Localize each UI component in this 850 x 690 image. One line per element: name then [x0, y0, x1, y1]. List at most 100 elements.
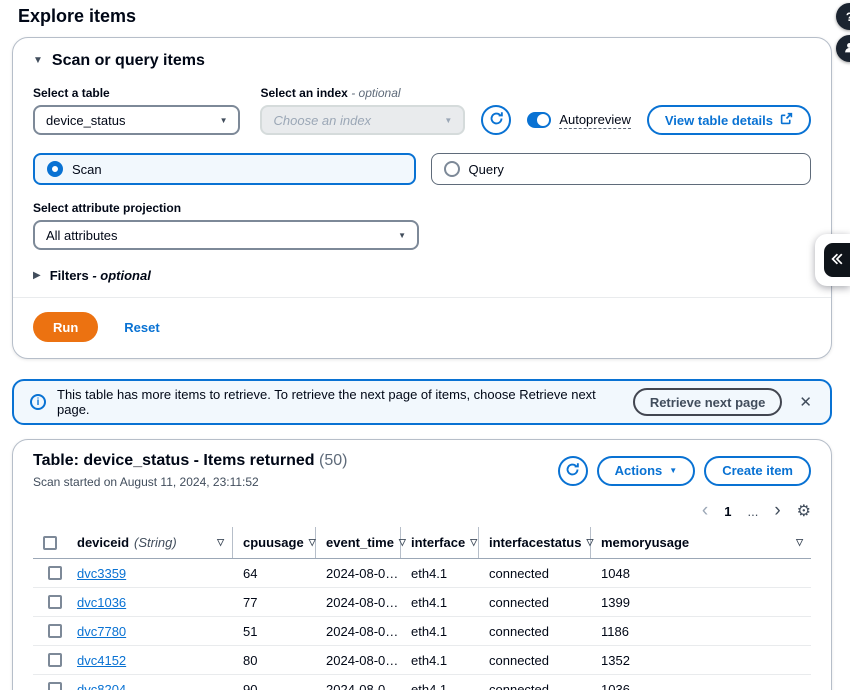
pagination-ellipsis: ... — [747, 504, 758, 519]
interface-cell: eth4.1 — [401, 566, 479, 581]
deviceid-cell: dvc3359 — [67, 566, 233, 581]
cpuusage-cell: 77 — [233, 595, 316, 610]
interface-cell: eth4.1 — [401, 595, 479, 610]
column-label: interfacestatus — [489, 535, 581, 550]
next-page-button[interactable]: › — [774, 504, 780, 518]
previous-page-button[interactable]: ‹ — [702, 504, 708, 518]
table-select-value: device_status — [46, 113, 126, 128]
reset-button[interactable]: Reset — [124, 320, 159, 335]
create-item-button[interactable]: Create item — [704, 456, 811, 486]
table-preferences-gear-icon[interactable]: ⚙ — [797, 501, 811, 521]
memoryusage-cell: 1048 — [591, 566, 811, 581]
filters-label-main: Filters — [50, 268, 93, 283]
deviceid-cell: dvc7780 — [67, 624, 233, 639]
view-table-details-button[interactable]: View table details — [647, 105, 811, 135]
deviceid-link[interactable]: dvc3359 — [77, 566, 126, 581]
scan-panel-footer: Run Reset — [33, 298, 811, 342]
index-select[interactable]: Choose an index ▼ — [260, 105, 465, 135]
pagination: ‹ 1 ... › ⚙ — [33, 501, 811, 521]
table-index-row: Select a table device_status ▼ Select an… — [33, 86, 811, 135]
row-checkbox[interactable] — [48, 653, 62, 667]
caret-down-icon: ▼ — [669, 466, 677, 475]
row-checkbox[interactable] — [48, 682, 62, 690]
actions-dropdown-button[interactable]: Actions ▼ — [597, 456, 696, 486]
split-panel-toggle[interactable] — [815, 234, 850, 286]
query-mode-tile[interactable]: Query — [431, 153, 812, 185]
autopreview-toggle[interactable] — [527, 112, 551, 128]
sort-icon[interactable]: ▽ — [470, 537, 477, 548]
memoryusage-cell: 1352 — [591, 653, 811, 668]
floating-assistant-button[interactable] — [836, 35, 850, 62]
interfacestatus-cell: connected — [479, 595, 591, 610]
sort-icon[interactable]: ▽ — [796, 537, 803, 548]
sort-icon[interactable]: ▽ — [309, 537, 316, 548]
table-body: dvc3359 64 2024-08-08 ... eth4.1 connect… — [33, 559, 811, 690]
row-checkbox[interactable] — [48, 624, 62, 638]
results-actions: Actions ▼ Create item — [558, 456, 811, 486]
column-header-interfacestatus[interactable]: interfacestatus ▽ — [479, 527, 591, 558]
results-refresh-button[interactable] — [558, 456, 588, 486]
event-time-cell: 2024-08-08 ... — [316, 682, 401, 690]
cpuusage-cell: 80 — [233, 653, 316, 668]
column-label: memoryusage — [601, 535, 689, 550]
floating-help-button[interactable]: ? — [836, 3, 850, 30]
row-checkbox-cell — [33, 566, 67, 580]
close-icon: ✕ — [799, 394, 812, 411]
results-title-text: Table: device_status - Items returned — [33, 452, 315, 469]
refresh-icon — [565, 462, 580, 480]
explore-items-page: Explore items ▼ Scan or query items Sele… — [0, 0, 850, 690]
column-header-memoryusage[interactable]: memoryusage ▽ — [591, 527, 811, 558]
view-table-details-label: View table details — [665, 113, 773, 128]
banner-close-button[interactable]: ✕ — [793, 391, 818, 413]
select-all-cell — [33, 527, 67, 558]
sort-icon[interactable]: ▽ — [217, 537, 224, 548]
attribute-projection-value: All attributes — [46, 228, 118, 243]
deviceid-link[interactable]: dvc1036 — [77, 595, 126, 610]
query-radio[interactable] — [444, 161, 460, 177]
index-label-main: Select an index — [260, 86, 351, 100]
table-select-field: Select a table device_status ▼ — [33, 86, 240, 135]
filters-expandable[interactable]: ▶ Filters - optional — [33, 268, 811, 283]
scan-radio[interactable] — [47, 161, 63, 177]
results-panel: Table: device_status - Items returned (5… — [12, 439, 832, 690]
autopreview-label: Autopreview — [559, 112, 631, 129]
scan-query-panel-header[interactable]: ▼ Scan or query items — [33, 52, 811, 70]
split-panel-toggle-tab[interactable] — [824, 243, 850, 277]
scan-mode-tile[interactable]: Scan — [33, 153, 416, 185]
row-checkbox[interactable] — [48, 566, 62, 580]
memoryusage-cell: 1036 — [591, 682, 811, 690]
interfacestatus-cell: connected — [479, 566, 591, 581]
autopreview-group: Autopreview — [527, 105, 631, 135]
run-button[interactable]: Run — [33, 312, 98, 342]
index-label-optional: - optional — [351, 86, 400, 100]
deviceid-link[interactable]: dvc8204 — [77, 682, 126, 690]
interfacestatus-cell: connected — [479, 653, 591, 668]
page-number[interactable]: 1 — [724, 504, 731, 519]
row-checkbox-cell — [33, 682, 67, 690]
column-header-cpuusage[interactable]: cpuusage ▽ — [233, 527, 316, 558]
scan-query-tiles: Scan Query — [33, 153, 811, 185]
column-header-deviceid[interactable]: deviceid (String) ▽ — [67, 527, 233, 558]
expand-triangle-icon: ▶ — [33, 271, 41, 281]
scan-started-text: Scan started on August 11, 2024, 23:11:5… — [33, 475, 347, 489]
attribute-projection-select[interactable]: All attributes ▼ — [33, 220, 419, 250]
select-all-checkbox[interactable] — [43, 536, 57, 550]
query-radio-label: Query — [469, 162, 504, 177]
scan-radio-label: Scan — [72, 162, 102, 177]
column-header-interface[interactable]: interface ▽ — [401, 527, 479, 558]
refresh-button[interactable] — [481, 105, 511, 135]
retrieve-next-page-button[interactable]: Retrieve next page — [633, 388, 783, 416]
event-time-cell: 2024-08-08 ... — [316, 624, 401, 639]
deviceid-cell: dvc1036 — [67, 595, 233, 610]
deviceid-link[interactable]: dvc7780 — [77, 624, 126, 639]
deviceid-cell: dvc8204 — [67, 682, 233, 690]
column-header-event-time[interactable]: event_time ▽ — [316, 527, 401, 558]
interface-cell: eth4.1 — [401, 653, 479, 668]
deviceid-cell: dvc4152 — [67, 653, 233, 668]
deviceid-link[interactable]: dvc4152 — [77, 653, 126, 668]
table-header-row: deviceid (String) ▽ cpuusage ▽ event_tim… — [33, 527, 811, 559]
scan-query-panel-title: Scan or query items — [52, 52, 205, 70]
row-checkbox[interactable] — [48, 595, 62, 609]
results-header: Table: device_status - Items returned (5… — [33, 452, 811, 489]
table-select[interactable]: device_status ▼ — [33, 105, 240, 135]
